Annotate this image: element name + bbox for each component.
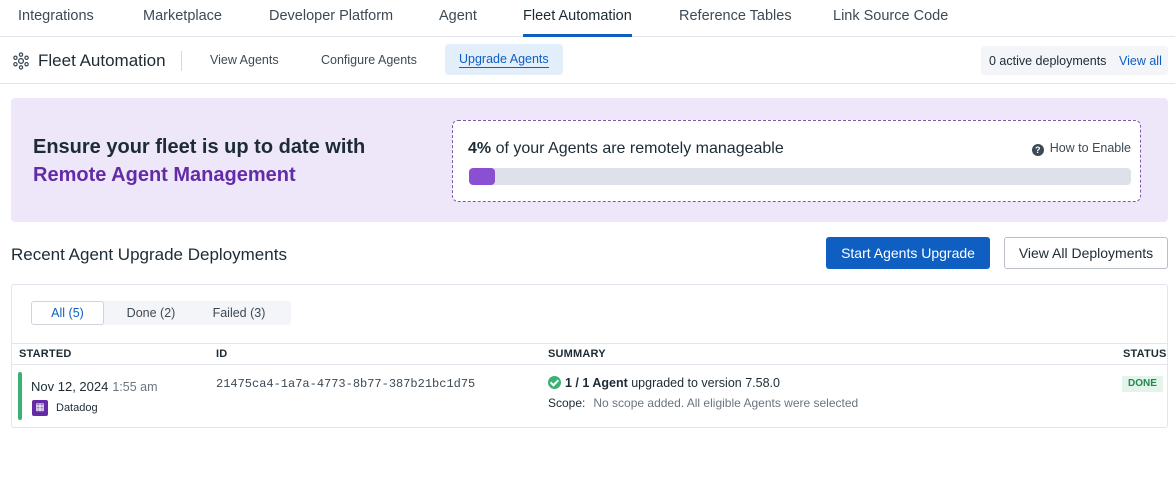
deployments-panel: All (5) Done (2) Failed (3) STARTED ID S… [11,284,1168,428]
started-date-value: Nov 12, 2024 [31,379,109,394]
tab-agent[interactable]: Agent [439,0,477,36]
deployment-id: 21475ca4-1a7a-4773-8b77-387b21bc1d75 [216,377,476,391]
top-nav: Integrations Marketplace Developer Platf… [0,0,1175,37]
status-badge: DONE [1122,376,1163,392]
help-icon: ? [1031,144,1044,156]
scope-value: No scope added. All eligible Agents were… [593,396,859,410]
how-to-enable-label: How to Enable [1049,141,1131,155]
tab-developer-platform[interactable]: Developer Platform [269,0,393,36]
view-all-link[interactable]: View all [1119,54,1162,68]
sub-header: Fleet Automation View Agents Configure A… [0,37,1175,84]
active-deployments-count: 0 active deployments [989,54,1107,68]
filter-failed[interactable]: Failed (3) [201,301,277,325]
manageable-text: 4% of your Agents are remotely manageabl… [468,140,784,158]
org-name: Datadog [56,402,98,414]
scope-label: Scope: [548,396,586,410]
tab-link-source-code[interactable]: Link Source Code [833,0,948,36]
manageable-stat-box: 4% of your Agents are remotely manageabl… [452,120,1141,202]
status-accent-bar [18,372,22,420]
status-filter: All (5) Done (2) Failed (3) [31,301,291,325]
manageable-description: of your Agents are remotely manageable [495,140,784,157]
started-date: Nov 12, 2024 1:55 am [31,379,158,394]
column-id[interactable]: ID [216,348,227,360]
start-agents-upgrade-button[interactable]: Start Agents Upgrade [826,237,990,269]
manageable-progress-bar [469,168,1131,185]
gear-icon [13,52,29,70]
page-title: Fleet Automation [38,51,166,70]
column-status[interactable]: STATUS [1123,348,1167,360]
column-started[interactable]: STARTED [19,348,72,360]
manageable-progress-fill [469,168,496,185]
remote-management-banner: Ensure your fleet is up to date with Rem… [11,98,1168,222]
summary-text: 1 / 1 Agent upgraded to version 7.58.0 [565,376,780,390]
filter-done[interactable]: Done (2) [115,301,187,325]
divider [181,51,182,71]
tab-integrations[interactable]: Integrations [18,0,94,36]
tab-upgrade-agents[interactable]: Upgrade Agents [445,44,563,75]
how-to-enable-link[interactable]: ? How to Enable [1031,141,1131,156]
datadog-logo-icon: ▦ [32,400,48,416]
manageable-percent: 4% [468,140,492,157]
tab-fleet-automation[interactable]: Fleet Automation [523,0,632,37]
table-row[interactable]: Nov 12, 2024 1:55 am ▦ Datadog 21475ca4-1… [12,365,1167,427]
active-deployments-box: 0 active deployments View all [981,46,1168,75]
banner-subheading: Remote Agent Management [33,164,296,186]
summary-detail: upgraded to version 7.58.0 [631,376,780,390]
tab-view-agents[interactable]: View Agents [210,53,279,67]
filter-all[interactable]: All (5) [31,301,104,325]
tab-upgrade-agents-label: Upgrade Agents [459,52,549,68]
tab-marketplace[interactable]: Marketplace [143,0,222,36]
check-circle-icon [548,376,561,389]
tab-reference-tables[interactable]: Reference Tables [679,0,792,36]
view-all-deployments-button[interactable]: View All Deployments [1004,237,1168,269]
summary-count: 1 / 1 Agent [565,376,628,390]
table-header: STARTED ID SUMMARY STATUS [12,343,1167,365]
scope-text: Scope: No scope added. All eligible Agent… [548,396,858,410]
tab-configure-agents[interactable]: Configure Agents [321,53,417,67]
section-title: Recent Agent Upgrade Deployments [11,245,287,264]
column-summary[interactable]: SUMMARY [548,348,606,360]
banner-heading: Ensure your fleet is up to date with [33,136,366,158]
started-time: 1:55 am [112,380,158,394]
